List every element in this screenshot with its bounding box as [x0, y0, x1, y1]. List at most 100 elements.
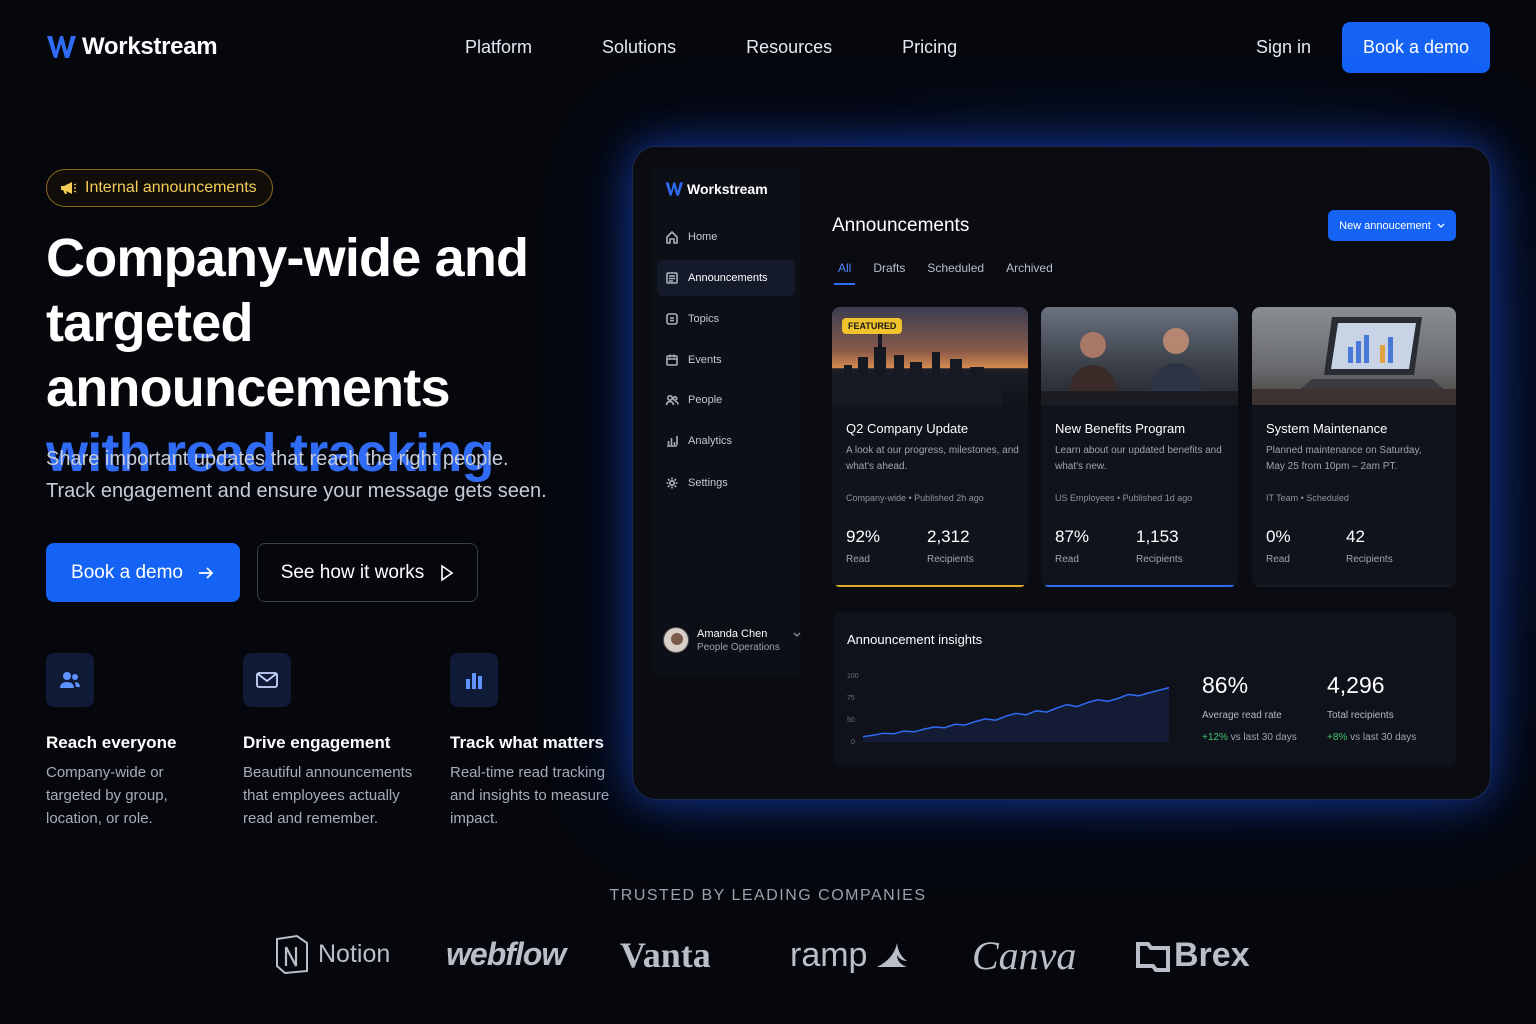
tab-all[interactable]: All	[833, 261, 856, 285]
mail-icon	[243, 653, 291, 707]
change-positive: +12%	[1202, 732, 1228, 743]
sidebar-item-topics[interactable]: Topics	[657, 301, 795, 337]
book-demo-label: Book a demo	[71, 561, 183, 583]
read-rate: 92%	[846, 527, 881, 546]
avg-read-rate-label: Average read rate	[1202, 710, 1282, 721]
sidebar-item-label: People	[688, 394, 723, 406]
brand-logo[interactable]: Workstream	[46, 33, 218, 61]
logo-text: ramp	[790, 936, 868, 974]
sidebar-item-settings[interactable]: Settings	[657, 465, 795, 501]
nav-resources[interactable]: Resources	[746, 37, 832, 58]
recipients-label: Recipients	[1346, 554, 1393, 565]
bar-chart-icon	[450, 653, 498, 707]
feature-track-what-matters: Track what matters Real-time read tracki…	[450, 653, 630, 830]
nav-solutions[interactable]: Solutions	[602, 37, 676, 58]
y-tick-label: 100	[847, 673, 859, 680]
recipients-label: Recipients	[1136, 554, 1183, 565]
announcement-card-maintenance[interactable]: System Maintenance Planned maintenance o…	[1252, 307, 1456, 587]
dashboard-title: Announcements	[832, 215, 970, 236]
card-desc: Planned maintenance on Saturday, May 25 …	[1266, 445, 1422, 472]
card-title: Q2 Company Update	[846, 421, 969, 436]
sidebar-item-analytics[interactable]: Analytics	[657, 423, 795, 459]
sidebar-item-label: Announcements	[688, 272, 768, 284]
workstream-w-icon	[665, 182, 683, 196]
total-recipients-label: Total recipients	[1327, 710, 1394, 721]
sidebar-item-home[interactable]: Home	[657, 219, 795, 255]
new-announcement-label: New annoucement	[1339, 219, 1431, 232]
chevron-down-icon	[793, 632, 801, 637]
change-suffix: vs last 30 days	[1227, 732, 1297, 743]
avg-read-rate-value: 86%	[1202, 672, 1249, 698]
customer-logos: Notion webflow Vanta ramp Canva Brex	[0, 930, 1536, 980]
nav-pricing[interactable]: Pricing	[902, 37, 957, 58]
dashboard-preview: Workstream Home Announcements Topics Eve…	[632, 146, 1491, 800]
vanta-logo: Vanta	[620, 934, 711, 976]
sidebar-item-label: Events	[688, 354, 722, 366]
see-how-label: See how it works	[280, 561, 425, 583]
brand-name: Workstream	[82, 33, 218, 60]
hero-subtitle-line1: Share important updates that reach the r…	[46, 448, 509, 470]
hero-subtitle: Share important updates that reach the r…	[46, 443, 566, 507]
insights-title: Announcement insights	[847, 632, 983, 647]
recipients-count: 2,312	[927, 527, 970, 546]
sign-in-link[interactable]: Sign in	[1256, 37, 1311, 58]
read-label: Read	[1266, 554, 1290, 565]
y-tick-label: 50	[847, 717, 855, 724]
sidebar-item-label: Settings	[688, 477, 728, 489]
tab-drafts[interactable]: Drafts	[873, 261, 905, 275]
read-label: Read	[846, 554, 870, 565]
featured-badge: FEATURED	[842, 318, 903, 334]
tab-scheduled[interactable]: Scheduled	[927, 261, 984, 275]
dashboard-brand: Workstream	[665, 181, 768, 197]
card-desc: A look at our progress, milestones, and …	[846, 445, 1019, 472]
sidebar-item-announcements[interactable]: Announcements	[657, 260, 795, 296]
meeting-photo-image	[1041, 307, 1238, 405]
card-meta: IT Team • Scheduled	[1266, 493, 1349, 503]
announcement-insights: Announcement insights 100 75 50 0 86% Av…	[833, 612, 1456, 767]
analytics-icon	[667, 436, 678, 447]
avg-read-rate-change: +12% vs last 30 days	[1202, 732, 1297, 743]
new-announcement-button[interactable]: New annoucement	[1328, 210, 1456, 241]
feature-desc: Real-time read tracking and insights to …	[450, 764, 610, 827]
megaphone-icon	[61, 182, 77, 194]
tab-archived[interactable]: Archived	[1006, 261, 1053, 275]
card-accent-bar	[1045, 585, 1234, 587]
hero-subtitle-line2: Track engagement and ensure your message…	[46, 480, 547, 502]
nav-platform[interactable]: Platform	[465, 37, 532, 58]
workstream-w-icon	[47, 36, 76, 58]
laptop-image	[1252, 307, 1456, 405]
recipients-label: Recipients	[927, 554, 974, 565]
logo-text: Canva	[972, 933, 1077, 978]
user-role: People Operations	[697, 641, 780, 653]
total-recipients-value: 4,296	[1327, 672, 1385, 698]
book-demo-nav-button[interactable]: Book a demo	[1342, 22, 1490, 73]
users-icon	[46, 653, 94, 707]
sidebar-item-events[interactable]: Events	[657, 342, 795, 378]
notion-logo: Notion	[274, 934, 390, 974]
logo-text: webflow	[446, 936, 566, 972]
brex-icon	[1136, 941, 1170, 972]
announcement-card-benefits[interactable]: New Benefits Program Learn about our upd…	[1041, 307, 1238, 587]
feature-title: Track what matters	[450, 733, 605, 752]
read-rate-line-chart: 100 75 50 0	[847, 673, 1170, 746]
feature-reach-everyone: Reach everyone Company-wide or targeted …	[46, 653, 226, 830]
card-meta: Company-wide • Published 2h ago	[846, 493, 984, 503]
notion-icon	[276, 934, 308, 974]
brex-logo: Brex	[1136, 936, 1250, 975]
user-name: Amanda Chen	[697, 627, 768, 640]
trusted-heading: TRUSTED BY LEADING COMPANIES	[609, 887, 927, 904]
read-rate: 0%	[1266, 527, 1291, 546]
card-accent-bar	[836, 585, 1024, 587]
see-how-it-works-button[interactable]: See how it works	[257, 543, 478, 602]
category-pill-label: Internal announcements	[85, 179, 257, 196]
card-meta: US Employees • Published 1d ago	[1055, 493, 1193, 503]
y-tick-label: 0	[851, 739, 855, 746]
book-demo-button[interactable]: Book a demo	[46, 543, 240, 602]
announcement-card-q2-update[interactable]: FEATURED Q2 Company Update A look at our…	[832, 307, 1028, 587]
gear-icon	[666, 477, 678, 489]
feature-drive-engagement: Drive engagement Beautiful announcements…	[243, 653, 423, 830]
sidebar-item-people[interactable]: People	[657, 382, 795, 418]
dashboard-brand-name: Workstream	[687, 181, 768, 197]
topics-icon	[666, 313, 678, 325]
user-profile[interactable]: Amanda Chen People Operations	[663, 627, 802, 653]
